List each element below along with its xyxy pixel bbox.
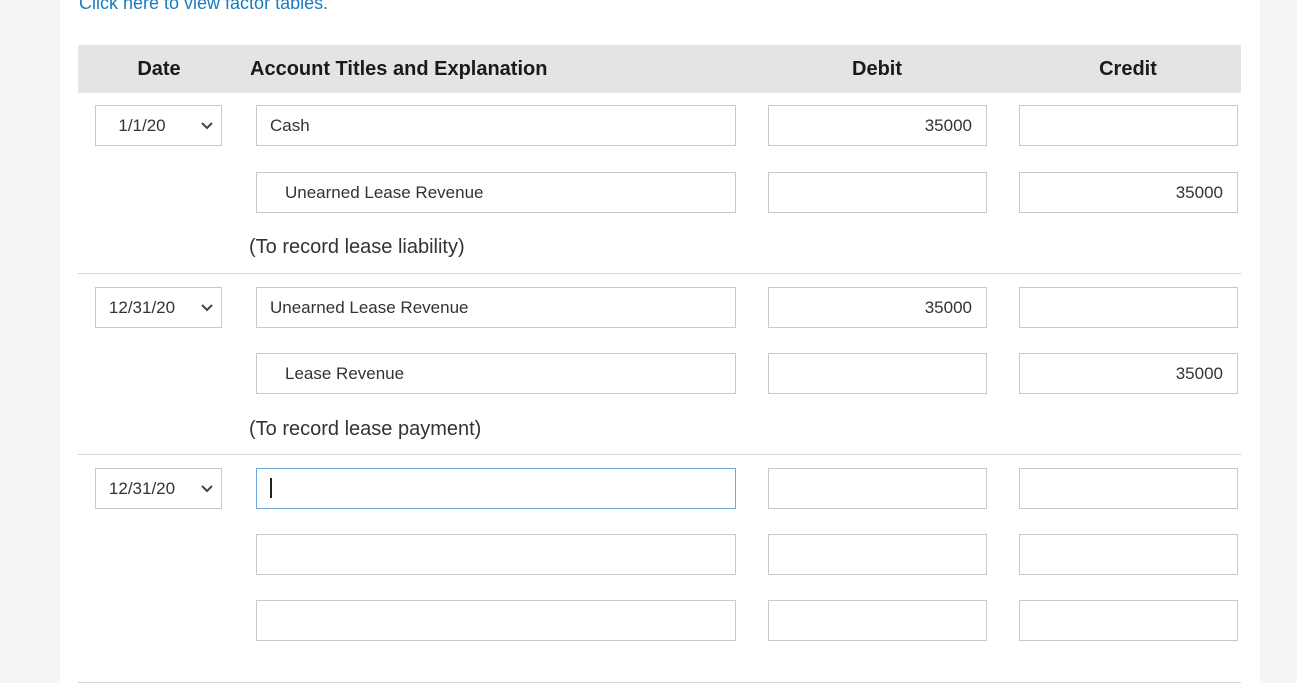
credit-field[interactable]	[1019, 287, 1238, 328]
text-caret	[270, 478, 272, 499]
factor-tables-link[interactable]: Click here to view factor tables.	[79, 0, 328, 14]
debit-field[interactable]	[768, 534, 987, 575]
entry-divider	[78, 273, 1241, 274]
chevron-down-icon	[201, 122, 213, 130]
entry-explanation: (To record lease payment)	[249, 418, 482, 440]
account-field[interactable]	[256, 600, 736, 641]
date-select[interactable]: 12/31/20	[95, 287, 222, 328]
header-debit: Debit	[852, 58, 902, 80]
account-field[interactable]: Lease Revenue	[256, 353, 736, 394]
account-field[interactable]	[256, 534, 736, 575]
debit-field[interactable]: 35000	[768, 287, 987, 328]
credit-field[interactable]: 35000	[1019, 172, 1238, 213]
debit-field[interactable]	[768, 468, 987, 509]
header-credit: Credit	[1099, 58, 1157, 80]
journal-panel	[60, 0, 1260, 683]
credit-field[interactable]: 35000	[1019, 353, 1238, 394]
debit-field[interactable]: 35000	[768, 105, 987, 146]
journal-table-header: Date Account Titles and Explanation Debi…	[78, 45, 1241, 93]
header-date: Date	[137, 58, 181, 80]
date-select[interactable]: 12/31/20	[95, 468, 222, 509]
entry-divider	[78, 454, 1241, 455]
account-field[interactable]: Unearned Lease Revenue	[256, 287, 736, 328]
account-field[interactable]: Cash	[256, 105, 736, 146]
account-field-focused[interactable]	[256, 468, 736, 509]
date-select-value: 1/1/20	[118, 116, 166, 135]
credit-field[interactable]	[1019, 105, 1238, 146]
account-field[interactable]: Unearned Lease Revenue	[256, 172, 736, 213]
credit-field[interactable]	[1019, 534, 1238, 575]
chevron-down-icon	[201, 304, 213, 312]
debit-field[interactable]	[768, 353, 987, 394]
date-select-value: 12/31/20	[108, 479, 176, 498]
entry-explanation: (To record lease liability)	[249, 236, 465, 258]
date-select[interactable]: 1/1/20	[95, 105, 222, 146]
chevron-down-icon	[201, 485, 213, 493]
credit-field[interactable]	[1019, 468, 1238, 509]
debit-field[interactable]	[768, 172, 987, 213]
debit-field[interactable]	[768, 600, 987, 641]
header-account: Account Titles and Explanation	[250, 58, 548, 80]
date-select-value: 12/31/20	[108, 298, 176, 317]
credit-field[interactable]	[1019, 600, 1238, 641]
